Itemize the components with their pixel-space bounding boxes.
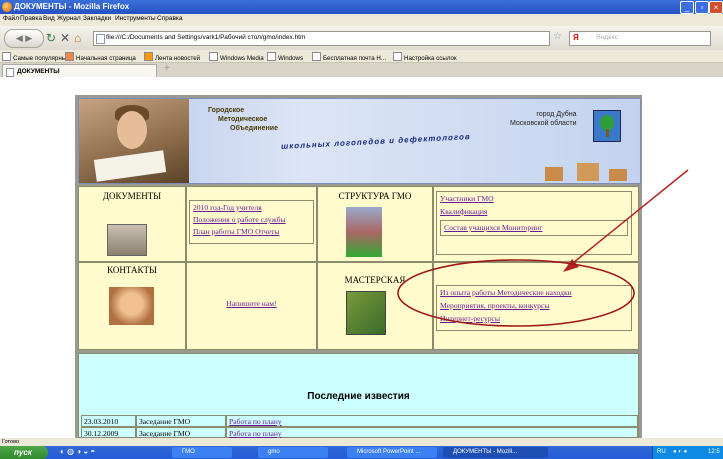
bookmarks-toolbar: Самые популярные Начальная страница Лент…	[0, 50, 723, 63]
annotation-ellipse	[397, 259, 635, 327]
search-input[interactable]: Я Яндекс	[569, 31, 711, 46]
address-text: file:///C:/Documents and Settings/vark1/…	[106, 34, 306, 41]
system-tray: RU ● ◐ ● 12:5	[652, 446, 723, 459]
tab-bar: ДОКУМЕНТЫ +	[0, 63, 723, 78]
rss-icon	[144, 52, 153, 61]
bookmark-windows[interactable]: Windows	[267, 52, 303, 62]
stop-icon[interactable]: ✕	[60, 30, 70, 46]
page-icon	[393, 52, 402, 61]
bookmark-link-settings[interactable]: Настройка ссылок	[393, 52, 457, 62]
bookmark-most-visited[interactable]: Самые популярные	[2, 52, 70, 62]
folder-icon	[2, 52, 11, 61]
page-icon	[312, 52, 321, 61]
taskbar-item-powerpoint[interactable]: Microsoft PowerPoint ...	[347, 447, 437, 458]
page-icon	[267, 52, 276, 61]
menu-bar: Файл Правка Вид Журнал Закладки Инструме…	[0, 14, 723, 26]
menu-bookmarks[interactable]: Закладки	[83, 15, 111, 22]
menu-tools[interactable]: Инструменты	[115, 15, 156, 22]
page-icon	[6, 68, 14, 77]
quick-launch-icons[interactable]: ◐ ◍ ◑ ◒ ◓	[60, 447, 95, 456]
minimize-button[interactable]: _	[680, 1, 694, 14]
page-icon	[96, 34, 105, 44]
window-titlebar[interactable]: ДОКУМЕНТЫ - Mozilla Firefox _ ▫ ×	[0, 0, 723, 14]
back-forward-button[interactable]: ◀ ▶	[4, 29, 44, 48]
clock: 12:5	[708, 449, 720, 455]
page-viewport[interactable]: Городское Методическое Объединение школь…	[0, 77, 723, 438]
annotation-overlay	[397, 169, 689, 327]
page-icon	[209, 52, 218, 61]
menu-file[interactable]: Файл	[3, 15, 19, 22]
language-indicator[interactable]: RU	[657, 446, 666, 459]
maximize-button[interactable]: ▫	[695, 1, 709, 14]
navigation-toolbar: ◀ ▶ ↻ ✕ ⌂ file:///C:/Documents and Setti…	[0, 26, 723, 50]
taskbar-item-gmo-folder[interactable]: ГМО	[172, 447, 232, 458]
new-tab-button[interactable]: +	[164, 63, 170, 74]
taskbar-item-firefox[interactable]: ДОКУМЕНТЫ - Mozill...	[443, 447, 548, 458]
search-placeholder: Яндекс	[596, 34, 618, 41]
menu-edit[interactable]: Правка	[20, 15, 42, 22]
windows-taskbar: пуск ◐ ◍ ◑ ◒ ◓ ГМО gmo Microsoft PowerPo…	[0, 446, 723, 459]
bookmark-star-icon[interactable]: ☆	[553, 31, 562, 42]
taskbar-item-gmo[interactable]: gmo	[258, 447, 328, 458]
tray-icons[interactable]: ● ◐ ●	[673, 446, 687, 459]
reload-icon[interactable]: ↻	[46, 30, 56, 46]
status-bar: Готово	[0, 438, 723, 446]
close-button[interactable]: ×	[709, 1, 723, 14]
menu-history[interactable]: Журнал	[57, 15, 81, 22]
address-bar[interactable]: file:///C:/Documents and Settings/vark1/…	[93, 31, 550, 46]
bookmark-windows-media[interactable]: Windows Media	[209, 52, 264, 62]
status-text: Готово	[2, 439, 19, 445]
menu-help[interactable]: Справка	[157, 15, 183, 22]
bookmark-start-page[interactable]: Начальная страница	[65, 52, 136, 62]
bookmark-news-feed[interactable]: Лента новостей	[144, 52, 200, 62]
annotation-arrow	[567, 169, 689, 268]
window-title: ДОКУМЕНТЫ - Mozilla Firefox	[14, 2, 130, 11]
yandex-icon: Я	[573, 33, 579, 42]
firefox-icon	[2, 2, 12, 12]
menu-view[interactable]: Вид	[43, 15, 55, 22]
bookmark-free-mail[interactable]: Бесплатная почта Н...	[312, 52, 386, 62]
tab-documents[interactable]: ДОКУМЕНТЫ	[2, 64, 157, 77]
home-icon[interactable]: ⌂	[74, 30, 81, 46]
start-button[interactable]: пуск	[0, 446, 48, 459]
firefox-icon	[65, 52, 74, 61]
